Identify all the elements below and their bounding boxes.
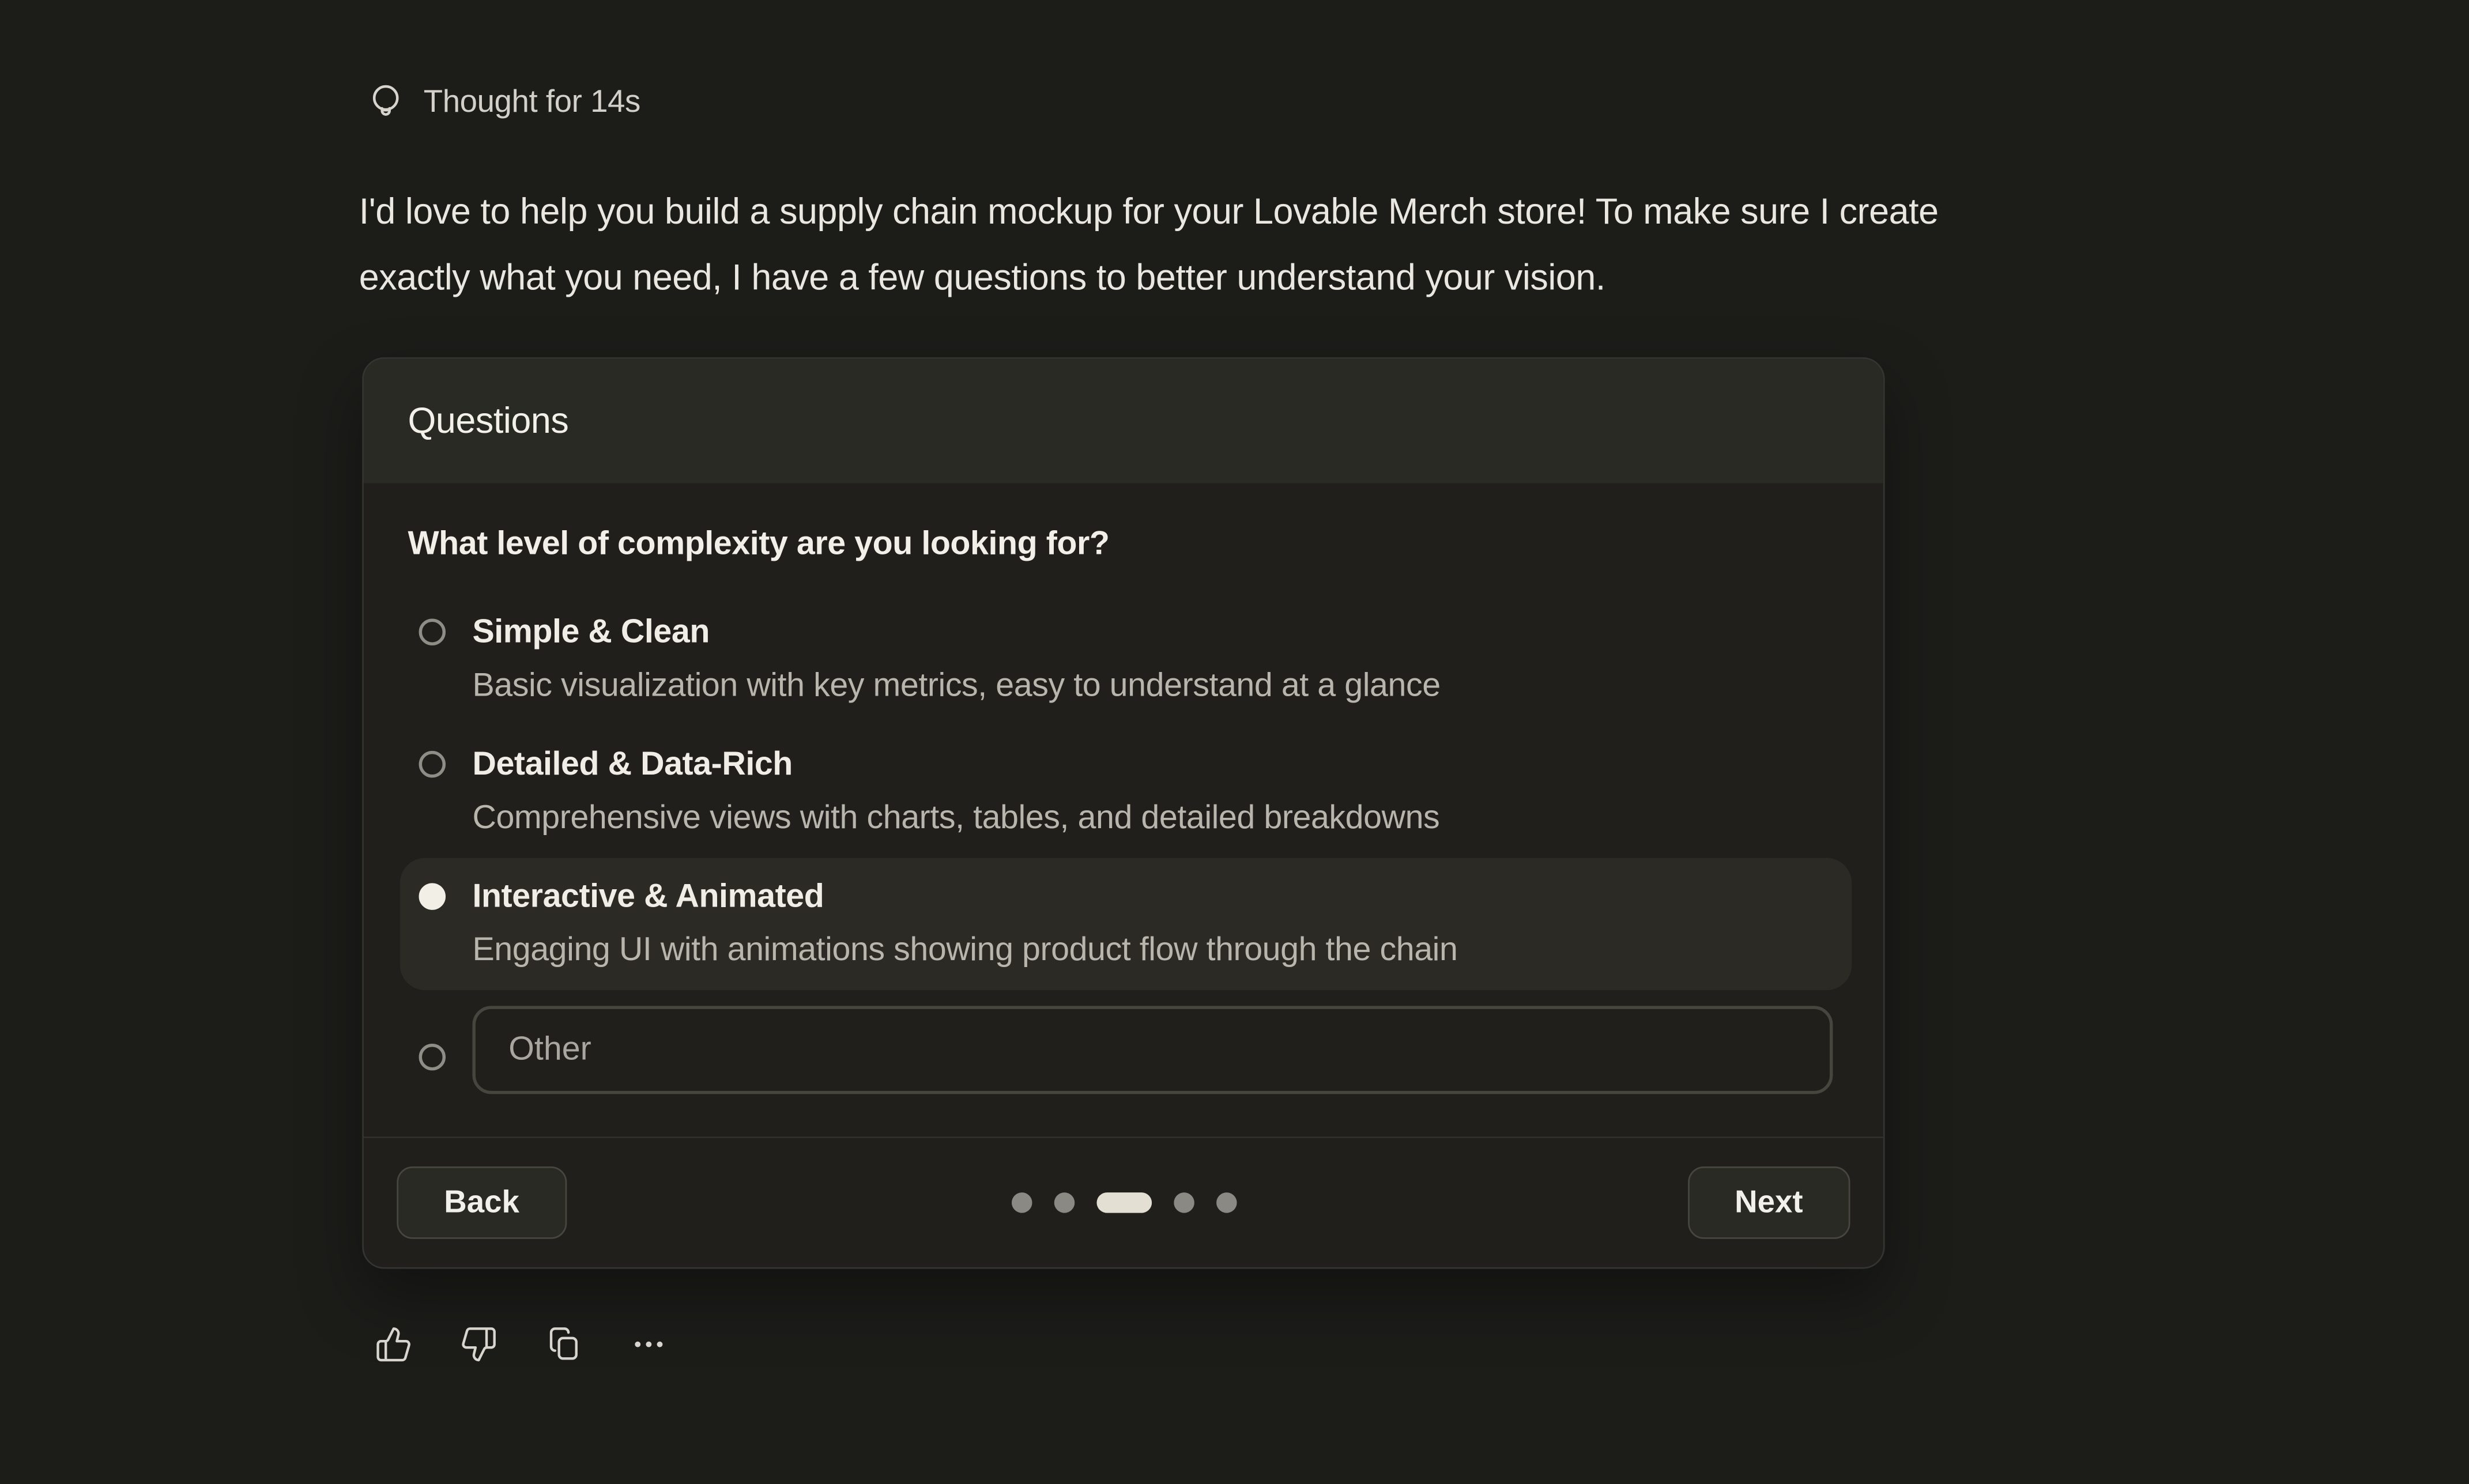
assistant-message: I'd love to help you build a supply chai… (359, 178, 2210, 310)
other-option-input[interactable] (472, 1006, 1833, 1094)
option-description: Engaging UI with animations showing prod… (472, 924, 1457, 977)
pagination-dot (1011, 1192, 1032, 1213)
thumbs-up-icon (375, 1326, 413, 1364)
option-description: Basic visualization with key metrics, ea… (472, 660, 1440, 713)
lightbulb-icon (368, 82, 403, 123)
question-text: What level of complexity are you looking… (408, 526, 1848, 564)
pagination-dot (1173, 1192, 1194, 1213)
option-interactive-animated[interactable]: Interactive & Animated Engaging UI with … (400, 858, 1852, 990)
thought-duration-label: Thought for 14s (424, 84, 640, 120)
option-label: Interactive & Animated (472, 871, 1457, 924)
option-label: Detailed & Data-Rich (472, 738, 1439, 792)
pagination-dot (1053, 1192, 1074, 1213)
option-simple-clean[interactable]: Simple & Clean Basic visualization with … (400, 594, 1852, 726)
message-line: I'd love to help you build a supply chai… (359, 178, 2210, 244)
next-button[interactable]: Next (1687, 1166, 1850, 1239)
radio-unselected-icon[interactable] (419, 618, 446, 645)
back-button[interactable]: Back (397, 1166, 566, 1239)
copy-icon (545, 1326, 583, 1364)
radio-unselected-icon[interactable] (419, 751, 446, 777)
dialog-footer: Back Next (364, 1136, 1883, 1267)
pagination-dot-active (1096, 1192, 1151, 1213)
chat-message-view: Thought for 14s I'd love to help you bui… (0, 0, 2469, 1484)
option-other[interactable] (400, 995, 1852, 1107)
pagination-dots (1011, 1192, 1237, 1213)
more-options-button[interactable] (630, 1326, 668, 1364)
radio-unselected-icon[interactable] (419, 1043, 446, 1070)
option-texts: Detailed & Data-Rich Comprehensive views… (472, 738, 1439, 845)
copy-button[interactable] (545, 1326, 583, 1364)
dialog-title: Questions (408, 400, 568, 443)
options-list: Simple & Clean Basic visualization with … (400, 594, 1852, 1107)
option-label: Simple & Clean (472, 606, 1440, 660)
questions-dialog: Questions What level of complexity are y… (362, 357, 1884, 1269)
ellipsis-icon (630, 1326, 668, 1364)
pagination-dot (1216, 1192, 1237, 1213)
option-texts: Interactive & Animated Engaging UI with … (472, 871, 1457, 978)
message-line: exactly what you need, I have a few ques… (359, 244, 2210, 310)
dialog-header: Questions (364, 359, 1883, 484)
thumbs-down-button[interactable] (460, 1326, 498, 1364)
option-description: Comprehensive views with charts, tables,… (472, 792, 1439, 845)
option-detailed-data-rich[interactable]: Detailed & Data-Rich Comprehensive views… (400, 726, 1852, 858)
dialog-body: What level of complexity are you looking… (364, 484, 1883, 1137)
option-texts: Simple & Clean Basic visualization with … (472, 606, 1440, 713)
thumbs-up-button[interactable] (375, 1326, 413, 1364)
thought-summary[interactable]: Thought for 14s (368, 82, 640, 123)
thumbs-down-icon (460, 1326, 498, 1364)
message-actions (375, 1326, 668, 1364)
radio-selected-icon[interactable] (419, 883, 446, 909)
